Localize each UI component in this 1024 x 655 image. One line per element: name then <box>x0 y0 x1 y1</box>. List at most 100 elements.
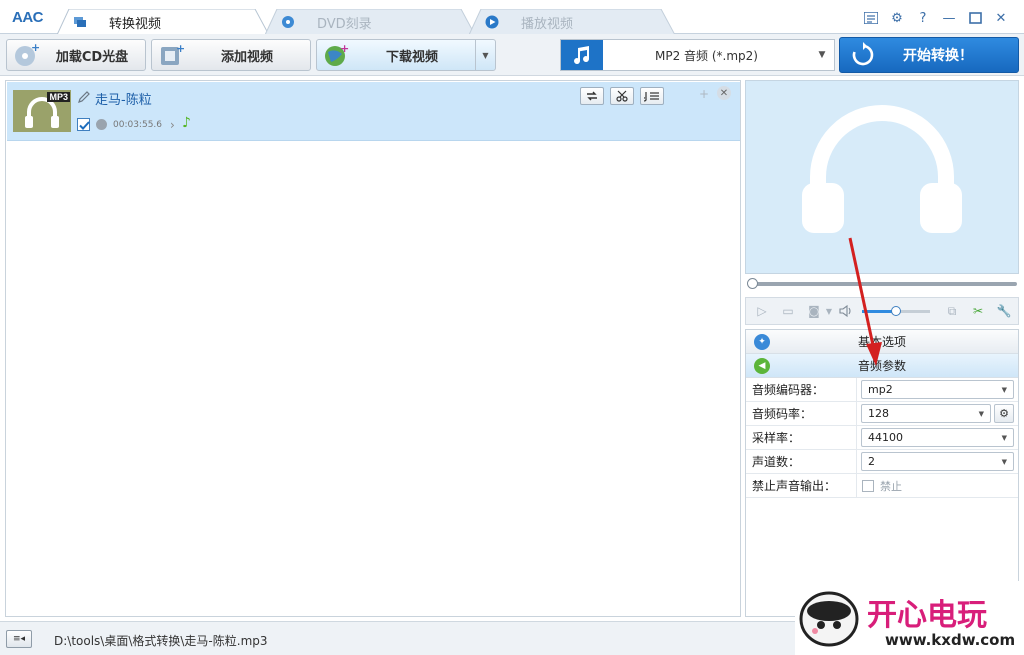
property-row-channels: 声道数： 2 ▼ <box>746 450 1018 474</box>
watermark-url: www.kxdw.com <box>885 631 1015 649</box>
chevron-down-icon: ▼ <box>818 50 826 60</box>
film-icon: + <box>161 42 184 65</box>
section-title: 基本选项 <box>857 335 906 349</box>
disable-audio-checkbox[interactable] <box>862 479 874 492</box>
toolbar: + 加载CD光盘 + 添加视频 + 下载视频 ▼ MP2 音频 (*.mp2) … <box>0 34 1024 76</box>
tab-dvd-burn[interactable]: DVD刻录 <box>265 9 475 35</box>
plus-icon[interactable]: + <box>699 87 709 101</box>
select-value: mp2 <box>868 383 893 396</box>
stop-icon[interactable]: ▭ <box>778 301 798 321</box>
chevron-right-icon[interactable]: › <box>170 118 175 132</box>
download-video-label: 下载视频 <box>385 49 438 65</box>
maximize-icon[interactable] <box>962 10 988 26</box>
globe-icon: + <box>325 42 349 66</box>
toggle-list-button[interactable]: ≡◂ <box>6 630 32 648</box>
audio-thumbnail: MP3 <box>13 90 71 132</box>
file-name[interactable]: 走马-陈粒 <box>95 89 152 108</box>
camera-icon[interactable]: ◙ <box>804 301 824 321</box>
load-cd-button[interactable]: + 加载CD光盘 <box>6 39 146 71</box>
tab-play-video[interactable]: 播放视频 <box>469 9 675 35</box>
edit-icon[interactable] <box>77 90 91 104</box>
refresh-icon <box>852 42 874 66</box>
chevron-down-icon[interactable]: ▼ <box>475 40 495 70</box>
file-duration: 00:03:55.6 <box>113 120 163 130</box>
remove-file-icon[interactable]: ✕ <box>717 86 731 100</box>
convert-settings-button[interactable] <box>580 87 604 105</box>
disable-audio-label: 禁止 <box>880 479 902 493</box>
clock-icon <box>96 119 107 130</box>
copy-icon[interactable]: ⧉ <box>942 301 962 321</box>
chevron-down-icon[interactable]: ▼ <box>824 301 834 321</box>
chevron-down-icon: ▼ <box>1001 385 1007 394</box>
chevron-down-icon: ▼ <box>1001 457 1007 466</box>
disc-icon <box>282 16 294 28</box>
property-label: 音频编码器： <box>746 378 857 401</box>
music-note-icon[interactable]: ♪ <box>182 115 191 131</box>
audio-track-button[interactable] <box>640 87 664 105</box>
menu-icon: ≡◂ <box>12 634 26 644</box>
tab-label: 播放视频 <box>521 16 574 32</box>
file-type-badge: MP3 <box>47 92 70 102</box>
gear-icon[interactable]: ⚙ <box>884 10 910 26</box>
scissors-icon <box>616 90 628 102</box>
select-value: 44100 <box>868 431 903 444</box>
help-icon[interactable]: ? <box>910 10 936 26</box>
audio-codec-select[interactable]: mp2 ▼ <box>861 380 1014 399</box>
svg-text:+: + <box>31 42 39 54</box>
tab-shape <box>57 9 269 35</box>
channels-select[interactable]: 2 ▼ <box>861 452 1014 471</box>
svg-text:+: + <box>340 42 349 55</box>
play-icon[interactable]: ▷ <box>752 301 772 321</box>
property-label: 声道数： <box>746 450 857 473</box>
output-format-select[interactable]: MP2 音频 (*.mp2) ▼ <box>560 39 835 71</box>
cut-button[interactable] <box>610 87 634 105</box>
app-logo: AAC <box>12 9 44 26</box>
select-value: 2 <box>868 455 875 468</box>
play-circle-icon <box>485 15 499 29</box>
list-icon[interactable] <box>858 10 884 26</box>
scissors-icon[interactable]: ✂ <box>968 301 988 321</box>
start-convert-label: 开始转换！ <box>903 48 973 64</box>
format-label: MP2 音频 (*.mp2) <box>655 48 758 63</box>
property-label: 采样率： <box>746 426 857 449</box>
tab-label: DVD刻录 <box>317 16 372 32</box>
wrench-icon: ✦ <box>754 333 770 350</box>
gear-icon: ⚙ <box>999 407 1009 420</box>
cd-icon: + <box>15 42 39 66</box>
property-row-disable-audio: 禁止声音输出： 禁止 <box>746 474 1018 498</box>
start-convert-button[interactable]: 开始转换！ <box>839 37 1019 73</box>
wrench-icon[interactable]: 🔧 <box>994 301 1014 321</box>
minimize-icon[interactable]: — <box>936 10 962 26</box>
sample-rate-select[interactable]: 44100 ▼ <box>861 428 1014 447</box>
chevron-down-icon: ▼ <box>978 409 984 418</box>
bitrate-settings-button[interactable]: ⚙ <box>994 404 1014 423</box>
seek-handle[interactable] <box>747 278 758 289</box>
property-label: 禁止声音输出： <box>746 474 857 497</box>
property-row-codec: 音频编码器： mp2 ▼ <box>746 378 1018 402</box>
watermark-title: 开心电玩 <box>867 598 987 633</box>
volume-handle[interactable] <box>891 305 901 316</box>
audio-bitrate-select[interactable]: 128 ▼ <box>861 404 991 423</box>
download-video-button[interactable]: + 下载视频 ▼ <box>316 39 496 71</box>
property-row-sample-rate: 采样率： 44100 ▼ <box>746 426 1018 450</box>
list-item[interactable]: MP3 走马-陈粒 00:03:55.6 › ♪ + ✕ <box>7 82 740 141</box>
add-video-label: 添加视频 <box>220 49 273 65</box>
file-path: D:\tools\桌面\格式转换\走马-陈粒.mp3 <box>54 634 268 648</box>
music-note-icon <box>561 40 603 70</box>
tab-convert-video[interactable]: 转换视频 <box>57 9 269 35</box>
file-list: MP3 走马-陈粒 00:03:55.6 › ♪ + ✕ <box>5 80 741 617</box>
load-cd-label: 加载CD光盘 <box>55 49 129 65</box>
title-bar: AAC 转换视频 DVD刻录 播放视频 ⚙ ? — ✕ <box>0 0 1024 35</box>
add-video-button[interactable]: + 添加视频 <box>151 39 311 71</box>
property-row-bitrate: 音频码率： 128 ▼ ⚙ <box>746 402 1018 426</box>
window-controls: ⚙ ? — ✕ <box>858 10 1014 26</box>
svg-text:+: + <box>176 42 184 55</box>
select-value: 128 <box>868 407 889 420</box>
speaker-icon: ◀ <box>754 357 770 374</box>
playlist-icon <box>644 92 659 102</box>
file-checkbox[interactable] <box>77 118 90 131</box>
chevron-down-icon: ▼ <box>1001 433 1007 442</box>
close-icon[interactable]: ✕ <box>988 10 1014 26</box>
section-title: 音频参数 <box>857 359 906 373</box>
property-label: 音频码率： <box>746 402 857 425</box>
